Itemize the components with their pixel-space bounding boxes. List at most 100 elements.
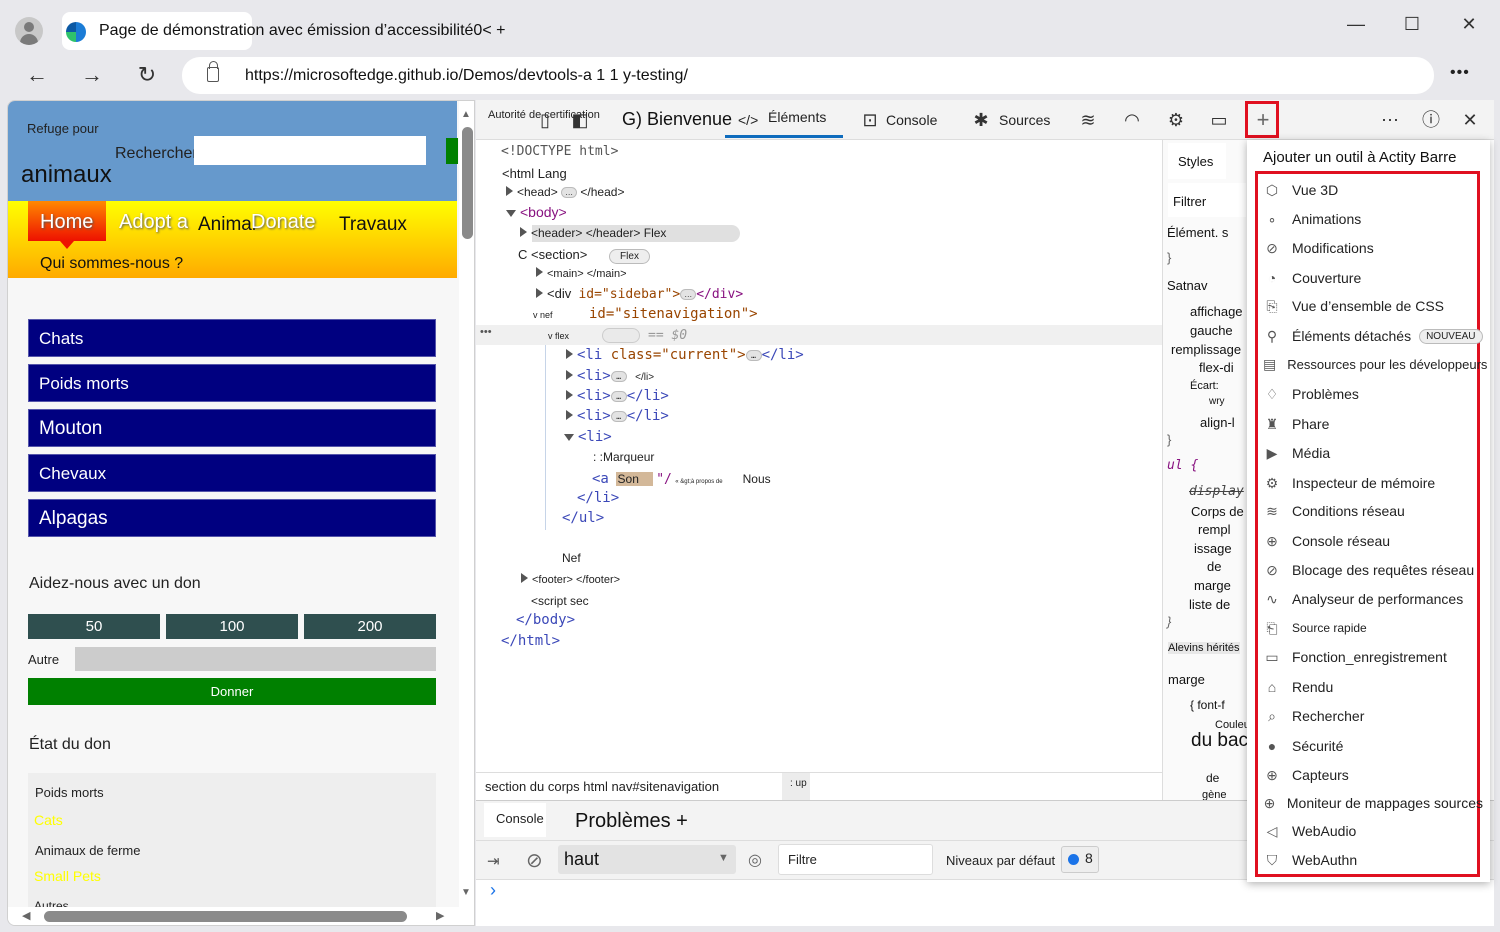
dom-body[interactable]: <body> [506,204,567,220]
menu-item-3[interactable]: ◔ Couverture [1263,265,1483,291]
category-chats[interactable]: Chats [28,319,436,357]
dom-ul-close[interactable]: </ul> [562,510,604,526]
element-style-selector[interactable]: Élément. s [1167,225,1228,240]
ellipsis-badge[interactable]: … [561,187,578,199]
menu-item-16[interactable]: ▭ Fonction_enregistrement [1263,644,1483,670]
dom-ul-label[interactable]: v flex [548,331,569,341]
minimize-button[interactable]: — [1341,14,1371,38]
search-input[interactable] [194,136,426,165]
dom-nav-close[interactable]: Nef [562,551,581,565]
menu-item-11[interactable]: ≋ Conditions réseau [1263,498,1483,524]
menu-item-18[interactable]: ⌕ Rechercher [1263,703,1483,729]
menu-item-8[interactable]: ♜ Phare [1263,411,1483,437]
dom-div-sidebar[interactable]: <div id="sidebar">… </div> [536,286,743,302]
donate-button[interactable]: Donner [28,678,436,705]
css-property[interactable]: { font-f [1190,698,1225,712]
dom-footer[interactable]: <footer> </footer> [521,573,620,586]
category-alpagas[interactable]: Alpagas [28,499,436,537]
breadcrumb-path[interactable]: section du corps html nav#sitenavigation [485,779,719,794]
menu-item-4[interactable]: ⎘ Vue d’ensemble de CSS [1263,293,1483,319]
scroll-left-arrow[interactable]: ◀ [22,909,30,922]
maximize-button[interactable]: ☐ [1397,14,1427,38]
vertical-scroll-thumb[interactable] [462,127,473,239]
expand-arrow-icon[interactable] [506,186,513,196]
dom-li-current[interactable]: <li class="current">… </li> [566,347,804,363]
lock-icon[interactable] [207,61,219,82]
css-property[interactable]: align-l [1200,415,1235,430]
dom-html-close[interactable]: </html> [501,633,560,649]
menu-item-15[interactable]: ⎗ Source rapide [1263,615,1483,641]
amount-50-button[interactable]: 50 [28,614,160,639]
dom-header[interactable]: <header> </header> Flex [520,226,666,240]
flex-badge[interactable]: Flex [609,249,650,264]
menu-item-6[interactable]: ▤ Ressources pour les développeurs [1263,351,1487,377]
rule-selector[interactable]: Satnav [1167,278,1207,293]
network-wifi-icon[interactable]: ≋ [1076,108,1100,132]
menu-item-21[interactable]: ⊕ Moniteur de mappages sources [1263,790,1483,816]
nav-donate[interactable]: Donate [251,211,316,234]
category-chevaux[interactable]: Chevaux [28,454,436,492]
dock-icon[interactable]: ◧ [568,108,592,132]
help-icon[interactable]: ⓘ [1419,108,1443,132]
amount-100-button[interactable]: 100 [166,614,298,639]
issues-count-badge[interactable] [1061,846,1099,873]
css-property[interactable]: rempl [1198,522,1231,537]
application-icon[interactable]: ▭ [1207,108,1231,132]
menu-item-1[interactable]: ∘ Animations [1263,206,1483,232]
ellipsis-badge[interactable]: … [610,390,627,402]
dom-anchor[interactable]: <a Son "/ « &gt;à propos de Nous [592,471,771,487]
tab-title[interactable]: Page de démonstration avec émission d’ac… [99,22,505,40]
dom-body-close[interactable]: </body> [516,612,575,628]
dom-head[interactable]: <head> … </head> [506,185,624,199]
tab-sources[interactable]: Sources [999,100,1050,140]
css-property[interactable]: de [1206,771,1219,785]
css-property[interactable]: flex-di [1199,360,1234,375]
rule-selector[interactable]: ul { [1167,458,1198,473]
live-expression-eye-icon[interactable]: ◎ [748,850,762,870]
ellipsis-badge[interactable]: … [610,410,627,422]
ellipsis-badge[interactable]: … [680,289,697,301]
nav-travaux[interactable]: Travaux [339,214,407,236]
horizontal-scroll-thumb[interactable] [44,911,407,922]
expand-arrow-icon[interactable] [566,390,573,400]
menu-item-20[interactable]: ⊕ Capteurs [1263,762,1483,788]
clear-console-icon[interactable]: ⊘ [526,848,543,873]
close-window-button[interactable]: ✕ [1454,14,1484,38]
menu-item-13[interactable]: ⊘ Blocage des requêtes réseau [1263,557,1483,583]
menu-item-12[interactable]: ⊕ Console réseau [1263,528,1483,554]
menu-item-5[interactable]: ⚲ Éléments détachés NOUVEAU [1263,323,1483,349]
scroll-right-arrow[interactable]: ▶ [436,909,444,922]
nav-animal[interactable]: Animal [198,214,256,236]
category-poids-morts[interactable]: Poids morts [28,364,436,402]
dom-li-close[interactable]: </li> [577,490,619,506]
dom-doctype[interactable]: <!DOCTYPE html> [501,144,618,159]
css-property[interactable]: marge [1194,578,1231,593]
browser-menu-button[interactable]: ••• [1450,64,1470,82]
console-prompt[interactable]: › [490,880,496,901]
expand-arrow-icon[interactable] [566,349,573,359]
flex-badge[interactable] [602,328,640,343]
dom-marker[interactable]: : :Marqueur [593,450,654,464]
search-button[interactable] [446,138,458,164]
forward-button[interactable]: → [77,62,107,88]
menu-item-14[interactable]: ∿ Analyseur de performances [1263,586,1483,612]
amount-200-button[interactable]: 200 [304,614,436,639]
css-property[interactable]: Écart: [1190,380,1219,392]
tab-elements[interactable]: Éléments [768,97,826,137]
menu-item-19[interactable]: ● Sécurité [1263,733,1483,759]
drawer-tab-console[interactable]: Console [496,811,544,826]
rule-selector[interactable]: marge [1168,672,1205,687]
performance-gauge-icon[interactable]: ◠ [1120,108,1144,132]
css-property[interactable]: gauche [1190,323,1233,338]
dropdown-arrow-icon[interactable]: ▼ [718,852,729,864]
other-amount-input[interactable] [75,647,436,671]
refresh-button[interactable]: ↻ [132,62,162,88]
expand-arrow-icon[interactable] [521,573,528,583]
collapse-arrow-icon[interactable] [564,434,574,441]
ellipsis-badge[interactable]: … [610,370,627,382]
scroll-up-arrow[interactable]: ▲ [461,109,471,120]
dom-li[interactable]: <li>… </li> [566,388,669,404]
dom-nav-attr[interactable]: id="sitenavigation"> [589,306,758,322]
context-select-value[interactable]: haut [564,849,599,870]
menu-item-2[interactable]: ⊘ Modifications [1263,235,1483,261]
